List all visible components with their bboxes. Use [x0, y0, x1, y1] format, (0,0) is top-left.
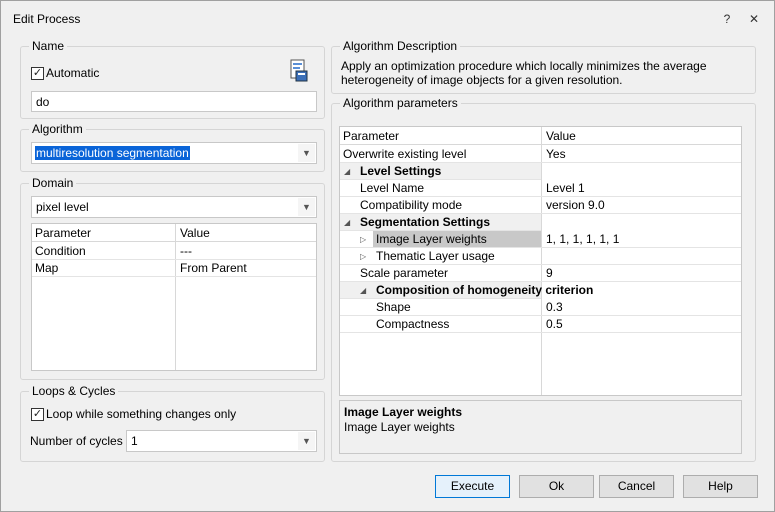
algorithm-group-label: Algorithm — [29, 122, 86, 136]
automatic-label: Automatic — [46, 66, 100, 80]
loop-label: Loop while something changes only — [46, 407, 237, 421]
cancel-button[interactable]: Cancel — [599, 475, 674, 498]
param-scale-value[interactable]: 9 — [546, 266, 553, 281]
ok-button[interactable]: Ok — [519, 475, 594, 498]
param-shape-label: Shape — [376, 300, 411, 314]
table-row[interactable]: Overwrite existing level Yes — [340, 146, 741, 163]
expand-icon[interactable]: ▷ — [360, 249, 366, 264]
algorithm-description-text: Apply an optimization procedure which lo… — [341, 59, 707, 87]
grid-header: Parameter Value — [32, 224, 316, 242]
process-name-input[interactable]: do — [31, 91, 317, 112]
close-icon[interactable]: ✕ — [746, 11, 762, 27]
expand-icon[interactable]: ▷ — [360, 232, 366, 247]
param-compactness-label: Compactness — [376, 317, 450, 331]
parameters-group: Algorithm parameters Parameter Value Ove… — [331, 96, 756, 462]
collapse-icon[interactable]: ◢ — [344, 215, 350, 230]
algorithm-parameter-grid: Parameter Value Overwrite existing level… — [339, 126, 742, 396]
collapse-icon[interactable]: ◢ — [344, 164, 350, 179]
column-header-parameter[interactable]: Parameter — [343, 129, 399, 143]
table-row[interactable]: Compatibility mode version 9.0 — [340, 197, 741, 214]
description-group: Algorithm Description Apply an optimizat… — [331, 39, 756, 94]
domain-value-cell[interactable]: From Parent — [180, 261, 247, 276]
parameter-help-box: Image Layer weights Image Layer weights — [339, 400, 742, 454]
domain-selected-value: pixel level — [36, 200, 89, 214]
param-level-name-value[interactable]: Level 1 — [546, 181, 585, 196]
param-compatibility-value[interactable]: version 9.0 — [546, 198, 605, 213]
domain-parameter-grid: Parameter Value Condition --- Map From P… — [31, 223, 317, 371]
parameter-help-title: Image Layer weights — [344, 405, 463, 419]
param-overwrite-label: Overwrite existing level — [343, 147, 467, 161]
loops-group-label: Loops & Cycles — [29, 384, 119, 398]
table-row[interactable]: Shape 0.3 — [340, 299, 741, 316]
algorithm-group: Algorithm multiresolution segmentation ▼ — [20, 122, 325, 172]
cycles-selected-value: 1 — [131, 434, 138, 448]
column-header-value[interactable]: Value — [546, 129, 576, 143]
section-homogeneity[interactable]: ◢ Composition of homogeneity criterion — [340, 282, 593, 299]
loops-group: Loops & Cycles ✓ Loop while something ch… — [20, 384, 325, 462]
table-row[interactable]: Scale parameter 9 — [340, 265, 741, 282]
domain-select[interactable]: pixel level ▼ — [31, 196, 317, 218]
cycles-label: Number of cycles — [30, 434, 123, 448]
param-level-name-label: Level Name — [360, 181, 425, 195]
algorithm-selected-value: multiresolution segmentation — [35, 146, 190, 160]
section-segmentation-settings[interactable]: ◢ Segmentation Settings — [340, 214, 541, 231]
section-label: Segmentation Settings — [360, 215, 491, 229]
domain-group-label: Domain — [29, 176, 77, 190]
execute-button[interactable]: Execute — [435, 475, 510, 498]
column-header-parameter[interactable]: Parameter — [35, 226, 91, 240]
param-compatibility-label: Compatibility mode — [360, 198, 463, 212]
cycles-select[interactable]: 1 ▼ — [126, 430, 317, 452]
name-group-label: Name — [29, 39, 68, 53]
param-shape-value[interactable]: 0.3 — [546, 300, 563, 315]
help-icon[interactable]: ? — [719, 11, 735, 27]
parameters-group-label: Algorithm parameters — [340, 96, 461, 110]
loop-checkbox[interactable]: ✓ — [31, 408, 44, 421]
collapse-icon[interactable]: ◢ — [360, 283, 366, 298]
param-overwrite-value[interactable]: Yes — [546, 147, 566, 162]
algorithm-select[interactable]: multiresolution segmentation ▼ — [31, 142, 317, 164]
parameter-help-text: Image Layer weights — [344, 420, 455, 434]
param-thematic-layer-label: Thematic Layer usage — [376, 249, 495, 263]
help-button[interactable]: Help — [683, 475, 758, 498]
domain-group: Domain pixel level ▼ Parameter Value Con… — [20, 176, 325, 380]
domain-param-cell: Map — [35, 261, 59, 275]
table-row[interactable]: Condition --- — [32, 243, 316, 260]
table-row[interactable]: ▷ Thematic Layer usage — [340, 248, 741, 265]
domain-value-cell[interactable]: --- — [180, 244, 192, 259]
edit-process-dialog: Edit Process ? ✕ Name ✓ Automatic do Alg… — [0, 0, 775, 512]
table-row[interactable]: Map From Parent — [32, 260, 316, 277]
column-header-value[interactable]: Value — [180, 226, 210, 240]
param-image-layer-weights-value[interactable]: 1, 1, 1, 1, 1, 1 — [546, 232, 619, 247]
param-compactness-value[interactable]: 0.5 — [546, 317, 563, 332]
automatic-checkbox[interactable]: ✓ — [31, 67, 44, 80]
section-level-settings[interactable]: ◢ Level Settings — [340, 163, 541, 180]
table-row[interactable]: Level Name Level 1 — [340, 180, 741, 197]
param-image-layer-weights-label: Image Layer weights — [376, 232, 487, 246]
param-scale-label: Scale parameter — [360, 266, 449, 280]
title-bar: Edit Process ? ✕ — [1, 1, 774, 37]
description-group-label: Algorithm Description — [340, 39, 461, 53]
chevron-down-icon[interactable]: ▼ — [298, 432, 315, 450]
table-row[interactable]: Compactness 0.5 — [340, 316, 741, 333]
chevron-down-icon[interactable]: ▼ — [298, 144, 315, 162]
name-group: Name ✓ Automatic do — [20, 39, 325, 119]
section-label: Composition of homogeneity criterion — [376, 283, 594, 297]
domain-param-cell: Condition — [35, 244, 86, 258]
table-row[interactable]: ▷ Image Layer weights 1, 1, 1, 1, 1, 1 — [340, 231, 741, 248]
window-title: Edit Process — [13, 12, 81, 26]
chevron-down-icon[interactable]: ▼ — [298, 198, 315, 216]
edit-name-icon[interactable] — [289, 59, 309, 83]
section-label: Level Settings — [360, 164, 442, 178]
